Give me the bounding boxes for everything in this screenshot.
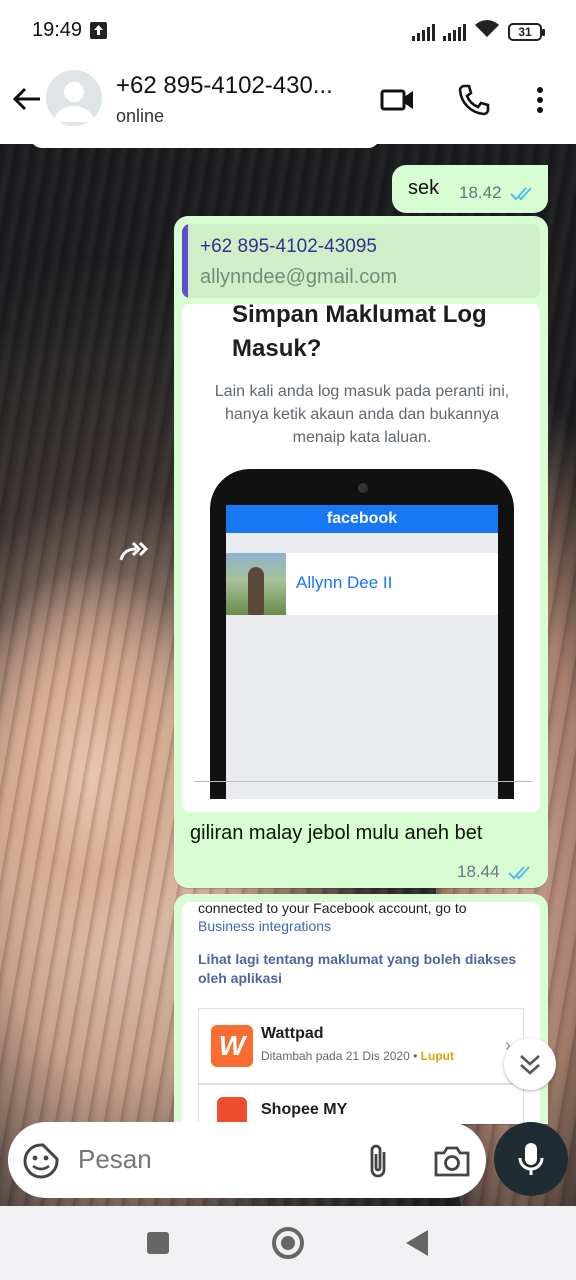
app-name: Shopee MY: [261, 1101, 348, 1118]
status-time: 19:49: [32, 19, 83, 41]
phone-icon[interactable]: [456, 82, 492, 118]
back-arrow-icon[interactable]: [10, 82, 44, 116]
chat-header: +62 895-4102-430... online: [0, 62, 576, 144]
message-bubble[interactable]: sek 18.42: [392, 165, 548, 213]
app-name: Wattpad: [261, 1025, 324, 1042]
message-text: sek: [408, 177, 440, 199]
battery-icon: 31: [508, 22, 545, 41]
image-description: Lain kali anda log masuk pada peranti in…: [214, 383, 510, 446]
home-button[interactable]: [272, 1227, 304, 1259]
upload-icon: [90, 22, 107, 39]
avatar[interactable]: [46, 70, 102, 126]
signal-icon: [412, 23, 435, 41]
message-composer: [8, 1122, 486, 1198]
message-bubble[interactable]: +62 895-4102-43095 allynndee@gmail.com S…: [174, 216, 548, 888]
facebook-logo: facebook: [226, 505, 498, 533]
image-title: Simpan Maklumat Log Masuk?: [232, 304, 487, 362]
app-row-wattpad: W Wattpad Ditambah pada 21 Dis 2020 • Lu…: [198, 1008, 524, 1084]
video-call-icon[interactable]: [380, 82, 416, 118]
contact-name[interactable]: +62 895-4102-430...: [116, 72, 333, 100]
message-time: 18.42: [459, 183, 502, 202]
account-row: Allynn Dee II: [226, 553, 498, 615]
contact-status: online: [116, 106, 165, 126]
shopee-logo: [217, 1097, 247, 1124]
paperclip-icon[interactable]: [362, 1142, 396, 1180]
card-text: connected to your Facebook account, go t…: [198, 902, 467, 916]
sticker-icon[interactable]: [22, 1142, 60, 1180]
microphone-icon: [518, 1143, 544, 1175]
account-name: Allynn Dee II: [296, 573, 393, 592]
back-button[interactable]: [406, 1230, 428, 1256]
signal-icon: [443, 23, 466, 41]
app-expired-badge: Luput: [420, 1049, 454, 1063]
more-info-link: Lihat lagi tentang maklumat yang boleh d…: [198, 951, 517, 986]
read-ticks-icon: [510, 187, 532, 201]
phone-illustration: facebook Allynn Dee II: [210, 469, 514, 799]
recent-apps-button[interactable]: [147, 1232, 169, 1254]
system-nav-bar: [0, 1206, 576, 1280]
image-attachment[interactable]: Simpan Maklumat Log Masuk? Lain kali and…: [182, 304, 540, 812]
quoted-sender: +62 895-4102-43095: [200, 236, 377, 257]
image-attachment[interactable]: connected to your Facebook account, go t…: [182, 902, 540, 1124]
business-integrations-link: Business integrations: [198, 918, 332, 934]
app-added-date: Ditambah pada 21 Dis 2020 • Luput: [261, 1049, 454, 1063]
wifi-icon: [474, 19, 500, 44]
read-ticks-icon: [508, 866, 530, 880]
message-text: giliran malay jebol mulu aneh bet: [190, 822, 483, 844]
camera-icon[interactable]: [432, 1142, 472, 1180]
account-photo: [226, 553, 286, 615]
message-time: 18.44: [457, 862, 500, 881]
more-vert-icon[interactable]: [522, 82, 558, 118]
app-row-shopee: Shopee MY: [198, 1084, 524, 1124]
wattpad-logo: W: [211, 1025, 253, 1067]
scroll-down-button[interactable]: [504, 1038, 556, 1090]
message-input[interactable]: [78, 1144, 318, 1175]
status-bar: 19:49 31: [0, 0, 576, 62]
quoted-text: allynndee@gmail.com: [200, 266, 398, 288]
chat-area[interactable]: sek 18.42 +62 895-4102-43095 allynndee@g…: [0, 144, 576, 1206]
forward-icon[interactable]: [118, 538, 152, 566]
mic-button[interactable]: [494, 1122, 568, 1196]
quoted-message[interactable]: +62 895-4102-43095 allynndee@gmail.com: [182, 224, 540, 298]
message-bubble[interactable]: connected to your Facebook account, go t…: [174, 894, 548, 1124]
